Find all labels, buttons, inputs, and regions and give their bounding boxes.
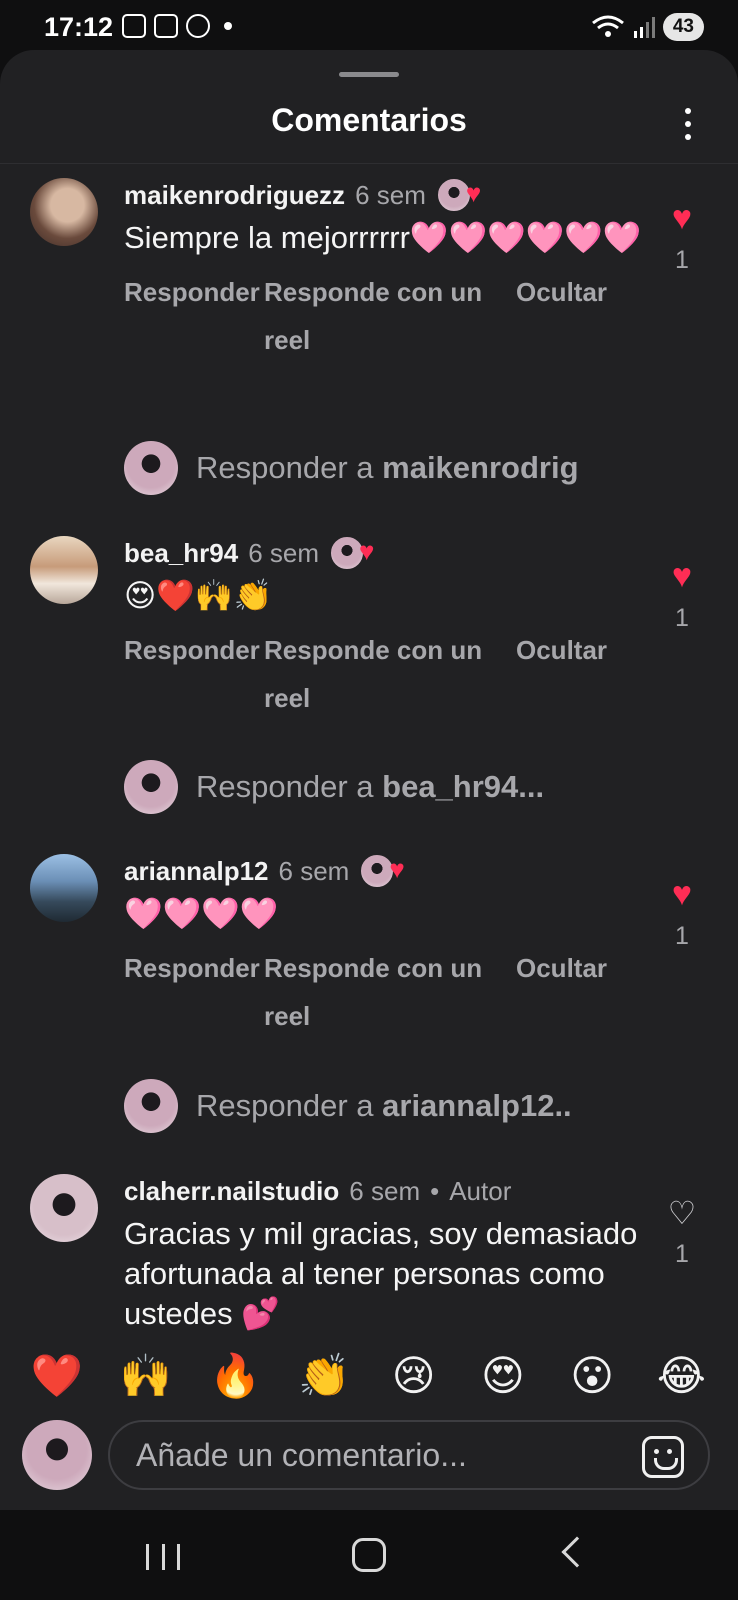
reply-with-reel-button[interactable]: Responde con un reel bbox=[264, 944, 516, 1040]
comment-time: 6 sem bbox=[278, 855, 350, 886]
heart-icon[interactable]: ♡ bbox=[662, 1196, 702, 1230]
sheet-title: Comentarios bbox=[271, 102, 467, 138]
emoji-button[interactable]: 🙌 bbox=[114, 1351, 178, 1401]
avatar[interactable] bbox=[30, 178, 98, 246]
hide-button[interactable]: Ocultar bbox=[516, 944, 626, 1040]
comment-input[interactable]: Añade un comentario... bbox=[108, 1420, 710, 1490]
reply-button[interactable]: Responder bbox=[124, 626, 264, 722]
comment-time: 6 sem bbox=[355, 179, 426, 210]
author-badge: Autor bbox=[449, 1175, 512, 1206]
emoji-quick-bar: ❤️ 🙌 🔥 👏 😢 😍 😮 😂 bbox=[0, 1340, 738, 1412]
status-notification-icons bbox=[122, 14, 232, 38]
comments-sheet: Comentarios maikenrodriguezz 6 sem ♥ Sie bbox=[0, 50, 738, 1510]
reply-prompt-label: Responder a bbox=[196, 450, 374, 485]
emoji-button[interactable]: 😢 bbox=[382, 1351, 446, 1401]
separator-dot: • bbox=[430, 1175, 440, 1206]
hide-button[interactable]: Ocultar bbox=[516, 626, 626, 722]
like-count: 1 bbox=[675, 922, 689, 950]
status-bar: 17:12 43 bbox=[0, 0, 738, 56]
comment-time: 6 sem bbox=[248, 537, 319, 568]
heart-icon[interactable]: ♥ bbox=[662, 200, 702, 236]
emoji-button[interactable]: 👏 bbox=[292, 1351, 356, 1401]
avatar[interactable] bbox=[30, 854, 98, 922]
avatar bbox=[22, 1420, 92, 1490]
sheet-drag-handle[interactable] bbox=[339, 72, 399, 77]
hide-button[interactable]: Ocultar bbox=[516, 268, 626, 364]
home-icon[interactable] bbox=[352, 1538, 386, 1572]
creator-liked-badge: ♥ bbox=[435, 177, 488, 213]
avatar[interactable] bbox=[30, 1174, 98, 1242]
avatar bbox=[124, 760, 178, 814]
reply-input-prompt[interactable]: Responder a ariannalp12.. bbox=[124, 1077, 644, 1135]
more-notifications-dot bbox=[224, 22, 232, 30]
comment-text: 😍❤️🙌👏 bbox=[124, 578, 273, 613]
back-icon[interactable] bbox=[561, 1536, 593, 1568]
emoji-button[interactable]: 😍 bbox=[471, 1351, 535, 1401]
more-vertical-icon[interactable] bbox=[684, 108, 692, 140]
heart-icon: ♥ bbox=[465, 178, 482, 208]
signal-icon bbox=[633, 17, 655, 38]
emoji-button[interactable]: ❤️ bbox=[25, 1351, 89, 1401]
creator-liked-badge: ♥ bbox=[329, 535, 381, 571]
heart-icon[interactable]: ♥ bbox=[662, 558, 702, 594]
reply-target-username: ariannalp12.. bbox=[382, 1088, 572, 1123]
threads-icon bbox=[186, 14, 210, 38]
reply-target-username: bea_hr94... bbox=[382, 769, 545, 804]
emoji-button[interactable]: 😂 bbox=[649, 1351, 713, 1401]
navigation-bar bbox=[0, 1510, 738, 1600]
message-icon bbox=[154, 14, 178, 38]
heart-icon: ♥ bbox=[359, 536, 375, 566]
wifi-icon bbox=[591, 15, 624, 37]
comments-list[interactable]: maikenrodriguezz 6 sem ♥ Siempre la mejo… bbox=[0, 164, 738, 1390]
comment-text: Siempre la mejorrrrrr🩷🩷🩷🩷🩷🩷 bbox=[124, 220, 642, 255]
comment-text: Gracias y mil gracias, soy demasiado afo… bbox=[124, 1216, 638, 1331]
emoji-button[interactable]: 🔥 bbox=[203, 1351, 267, 1401]
comment-text: 🩷🩷🩷🩷 bbox=[124, 896, 279, 931]
comment-time: 6 sem bbox=[349, 1175, 421, 1206]
heart-icon: ♥ bbox=[389, 854, 405, 884]
reply-target-username: maikenrodrig bbox=[382, 450, 579, 485]
status-right: 43 bbox=[591, 13, 704, 41]
creator-liked-badge: ♥ bbox=[359, 853, 411, 889]
comment-input-bar: Añade un comentario... bbox=[0, 1412, 738, 1510]
avatar bbox=[124, 1079, 178, 1133]
like-count: 1 bbox=[675, 1240, 689, 1268]
reply-with-reel-button[interactable]: Responde con un reel bbox=[264, 268, 516, 364]
comment-username[interactable]: maikenrodriguezz bbox=[124, 180, 345, 211]
sticker-icon[interactable] bbox=[642, 1436, 684, 1478]
comment-username[interactable]: claherr.nailstudio bbox=[124, 1176, 339, 1207]
avatar bbox=[124, 441, 178, 495]
reply-button[interactable]: Responder bbox=[124, 268, 264, 364]
battery-indicator: 43 bbox=[662, 13, 704, 41]
heart-icon[interactable]: ♥ bbox=[662, 876, 702, 912]
reply-prompt-label: Responder a bbox=[196, 1088, 374, 1123]
status-time: 17:12 bbox=[44, 12, 114, 42]
emoji-button[interactable]: 😮 bbox=[560, 1351, 624, 1401]
recent-apps-icon[interactable] bbox=[146, 1544, 180, 1570]
reply-input-prompt[interactable]: Responder a bea_hr94... bbox=[124, 758, 644, 816]
like-count: 1 bbox=[675, 246, 689, 274]
comment-input-placeholder: Añade un comentario... bbox=[136, 1436, 467, 1473]
comment-username[interactable]: ariannalp12 bbox=[124, 856, 269, 887]
comment-username[interactable]: bea_hr94 bbox=[124, 538, 238, 569]
reply-prompt-label: Responder a bbox=[196, 769, 374, 804]
avatar[interactable] bbox=[30, 536, 98, 604]
like-count: 1 bbox=[675, 604, 689, 632]
reply-with-reel-button[interactable]: Responde con un reel bbox=[264, 626, 516, 722]
reply-button[interactable]: Responder bbox=[124, 944, 264, 1040]
screenshot-icon bbox=[122, 14, 146, 38]
reply-input-prompt[interactable]: Responder a maikenrodrig bbox=[124, 439, 644, 497]
screen: 17:12 43 Comentarios maikenrodriguezz 6 … bbox=[0, 0, 738, 1600]
